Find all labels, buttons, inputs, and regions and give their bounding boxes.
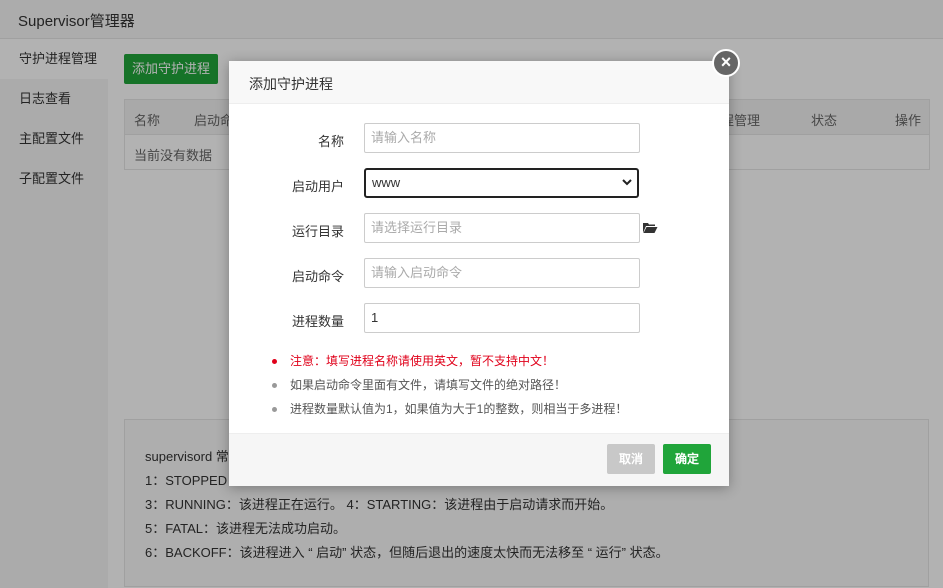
note-item: 进程数量默认值为1，如果值为大于1的整数，则相当于多进程！ bbox=[272, 401, 627, 425]
cancel-button[interactable]: 取消 bbox=[607, 444, 655, 474]
dialog-notes: 注意：填写进程名称请使用英文，暂不支持中文！ 如果启动命令里面有文件，请填写文件… bbox=[272, 353, 627, 425]
command-row: 启动命令 请输入启动命令 bbox=[229, 258, 729, 288]
name-input[interactable]: 请输入名称 bbox=[364, 123, 640, 153]
count-input[interactable]: 1 bbox=[364, 303, 640, 333]
add-daemon-dialog: 添加守护进程 名称 请输入名称 启动用户 www 运行目录 请选择运行目录 启动… bbox=[229, 61, 729, 486]
user-label: 启动用户 bbox=[291, 179, 344, 194]
user-select-value: www bbox=[372, 175, 401, 190]
user-row: 启动用户 www bbox=[229, 168, 729, 198]
confirm-button[interactable]: 确定 bbox=[663, 444, 711, 474]
user-select[interactable]: www bbox=[364, 168, 639, 198]
dir-input[interactable]: 请选择运行目录 bbox=[364, 213, 640, 243]
dialog-footer: 取消 确定 bbox=[229, 433, 729, 486]
dir-row: 运行目录 请选择运行目录 bbox=[229, 213, 729, 243]
command-input[interactable]: 请输入启动命令 bbox=[364, 258, 640, 288]
close-icon[interactable]: × bbox=[712, 49, 740, 77]
name-row: 名称 请输入名称 bbox=[229, 123, 729, 153]
dialog-header: 添加守护进程 bbox=[229, 61, 729, 104]
note-item: 如果启动命令里面有文件，请填写文件的绝对路径！ bbox=[272, 377, 627, 401]
count-label: 进程数量 bbox=[291, 314, 344, 329]
note-item: 注意：填写进程名称请使用英文，暂不支持中文！ bbox=[272, 353, 627, 377]
folder-open-icon[interactable] bbox=[642, 221, 658, 234]
name-label: 名称 bbox=[317, 134, 344, 149]
command-label: 启动命令 bbox=[291, 269, 344, 284]
dialog-title: 添加守护进程 bbox=[249, 76, 333, 92]
count-row: 进程数量 1 bbox=[229, 303, 729, 333]
chevron-down-icon bbox=[622, 179, 632, 186]
dir-label: 运行目录 bbox=[291, 224, 344, 239]
